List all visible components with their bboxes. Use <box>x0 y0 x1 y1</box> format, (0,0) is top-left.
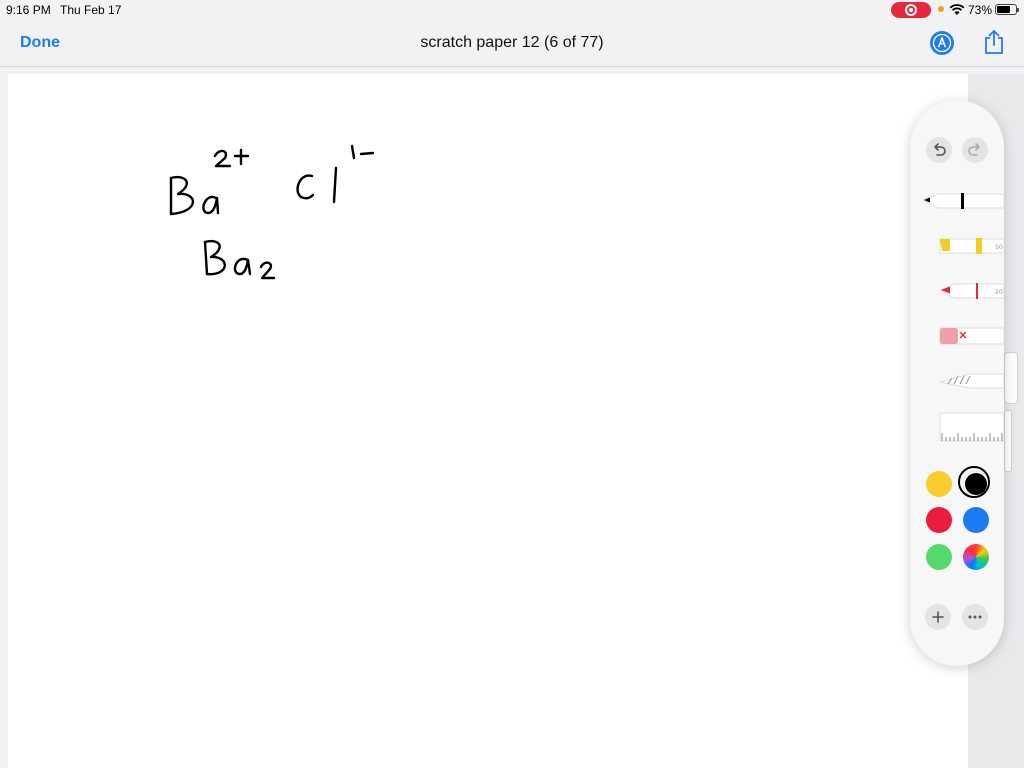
ellipsis-icon[interactable] <box>962 604 988 630</box>
handwriting-line-1 <box>169 144 375 216</box>
highlighter-tool-icon[interactable]: 50 <box>910 231 1004 261</box>
battery-icon <box>995 4 1019 15</box>
scroll-thumb[interactable] <box>1004 352 1018 404</box>
color-swatch-yellow[interactable] <box>926 471 952 497</box>
battery-percent: 73% <box>968 3 993 17</box>
share-icon[interactable] <box>983 29 1005 55</box>
status-date: Thu Feb 17 <box>60 3 122 17</box>
svg-text:50: 50 <box>995 244 1003 251</box>
drawing-canvas[interactable] <box>8 74 968 768</box>
color-swatch-blue[interactable] <box>963 507 989 533</box>
markup-tool-palette: 50 20 <box>910 100 1004 666</box>
color-swatch-black[interactable] <box>958 466 990 498</box>
ruler-tool-icon[interactable] <box>910 411 1004 445</box>
handwriting-line-2 <box>203 239 276 280</box>
status-time: 9:16 PM <box>6 3 51 17</box>
svg-text:20: 20 <box>995 289 1003 296</box>
undo-arrow-icon[interactable] <box>926 137 952 163</box>
pen-tool-icon[interactable] <box>910 186 1004 216</box>
page-scroller[interactable] <box>1004 410 1012 472</box>
color-swatch-red[interactable] <box>926 507 952 533</box>
eraser-tool-icon[interactable] <box>910 321 1004 351</box>
redo-arrow-icon[interactable] <box>962 137 988 163</box>
wifi-icon <box>949 4 965 15</box>
screen-recording-icon[interactable] <box>891 2 931 18</box>
markup-pen-icon[interactable] <box>930 31 954 55</box>
mic-indicator-icon <box>938 6 944 12</box>
color-swatch-green[interactable] <box>926 544 952 570</box>
plus-icon[interactable] <box>925 604 951 630</box>
handwriting-layer <box>169 144 375 280</box>
pencil-tool-icon[interactable]: 20 <box>910 276 1004 306</box>
color-picker-icon[interactable] <box>963 544 989 570</box>
navigation-bar: Done scratch paper 12 (6 of 77) <box>0 20 1024 67</box>
status-bar: 9:16 PM Thu Feb 17 73% <box>0 0 1024 20</box>
lasso-tool-icon[interactable] <box>910 366 1004 396</box>
document-title: scratch paper 12 (6 of 77) <box>420 34 604 51</box>
